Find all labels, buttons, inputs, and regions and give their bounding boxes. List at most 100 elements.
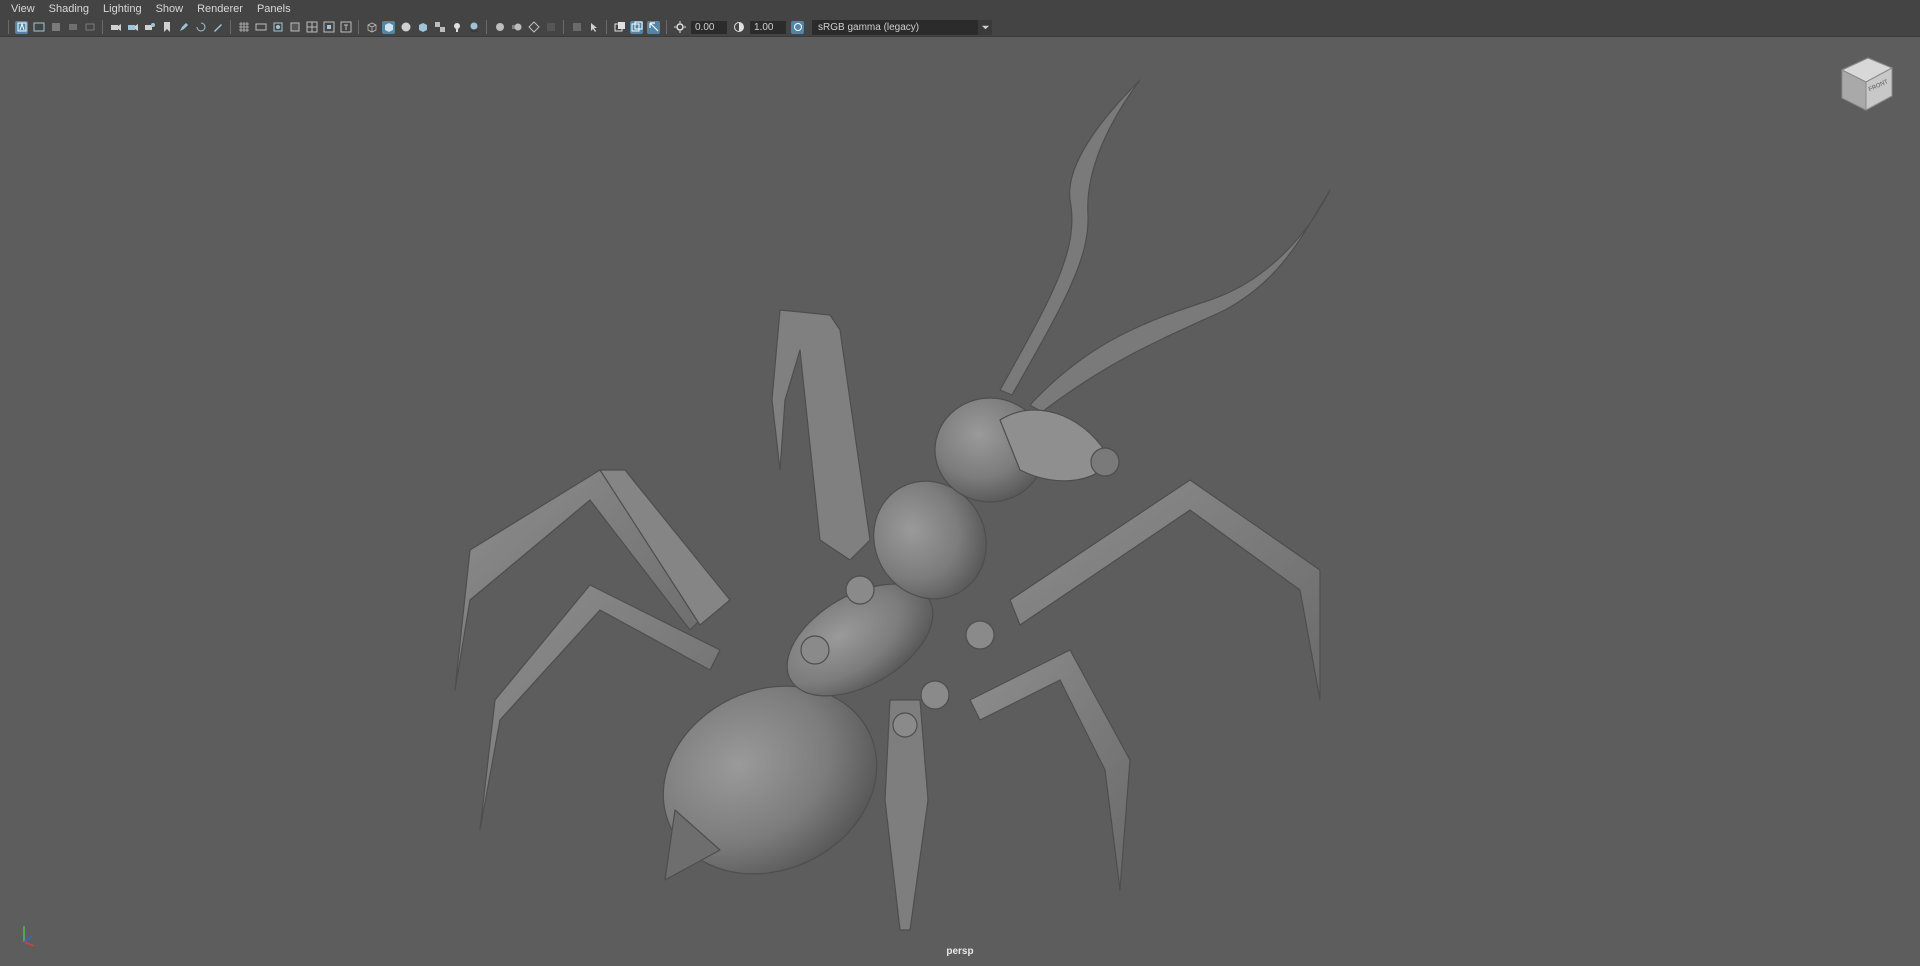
color-management-button[interactable]: [791, 20, 804, 34]
cursor-arrow-icon: [590, 23, 597, 32]
camera-gear-icon: [144, 23, 155, 30]
ant-robot-model[interactable]: [0, 37, 1920, 966]
color-space-value: sRGB gamma (legacy): [818, 21, 920, 33]
safe-title-button[interactable]: [339, 21, 352, 34]
smooth-shade-button[interactable]: [382, 20, 395, 34]
menu-renderer[interactable]: Renderer: [190, 0, 250, 18]
layered-windows-icon: [614, 22, 625, 32]
bookmark-icon: [163, 22, 170, 32]
exposure-icon-button[interactable]: [673, 21, 686, 34]
textured-button[interactable]: [416, 21, 429, 34]
chevron-down-icon: [978, 19, 992, 35]
exposure-icon: [673, 21, 686, 33]
checker-icon: [434, 22, 445, 32]
toolbar-separator: [563, 20, 564, 34]
shadows-button[interactable]: [467, 21, 480, 34]
color-management-icon: [793, 23, 802, 31]
field-chart-icon: [306, 21, 317, 33]
movie-camera-icon: [110, 24, 121, 31]
pan-zoom-icon: [85, 23, 94, 31]
hud-toggle-button[interactable]: [647, 20, 660, 34]
image-plane-icon: [68, 24, 77, 30]
xray-joints-button[interactable]: [587, 21, 600, 34]
gamma-field[interactable]: [750, 20, 786, 34]
axis-gizmo-icon: [23, 926, 35, 947]
isolate-select-button[interactable]: [570, 21, 583, 34]
camera-select-icon: [17, 22, 26, 32]
safe-action-button[interactable]: [322, 21, 335, 34]
wireframe-button[interactable]: [365, 21, 378, 34]
film-gate-rect-icon: [255, 23, 266, 31]
material-sphere-icon: [401, 22, 410, 32]
menu-panels[interactable]: Panels: [250, 0, 298, 18]
textured-cube-icon: [418, 23, 427, 32]
menu-lighting[interactable]: Lighting: [96, 0, 149, 18]
two-d-pan-button[interactable]: [83, 21, 96, 34]
panel-menu-bar: View Shading Lighting Show Renderer Pane…: [0, 0, 1920, 18]
menu-shading[interactable]: Shading: [42, 0, 96, 18]
menu-show[interactable]: Show: [149, 0, 191, 18]
toolbar-separator: [230, 20, 231, 34]
select-arrow-icon: [648, 22, 658, 32]
safe-title-icon: [340, 21, 351, 33]
gamma-icon-button[interactable]: [732, 21, 745, 34]
isolate-icon: [572, 23, 581, 31]
exposure-field[interactable]: [691, 20, 727, 34]
anti-aliasing-button[interactable]: [527, 21, 540, 34]
toolbar-separator: [102, 20, 103, 34]
view-cube[interactable]: FRONT: [1836, 52, 1896, 116]
toolbar-separator: [8, 20, 9, 34]
sculpt-pencil-button[interactable]: [211, 21, 224, 34]
resolution-gate-icon: [273, 22, 282, 32]
backface-culling-button[interactable]: [630, 20, 643, 34]
safe-action-icon: [323, 21, 334, 33]
shaded-cube-icon: [384, 23, 393, 32]
panel-toolbar: sRGB gamma (legacy): [0, 18, 1920, 37]
camera-lock-button[interactable]: [126, 21, 139, 34]
xray-active-button[interactable]: [613, 21, 626, 34]
camera-name-label: persp: [946, 946, 974, 957]
resolution-gate-button[interactable]: [271, 21, 284, 34]
motion-blur-button[interactable]: [510, 21, 523, 34]
bookmark-view-button[interactable]: [160, 21, 173, 34]
film-gate-icon: [33, 22, 44, 32]
screen-space-ao-button[interactable]: [493, 21, 506, 34]
ao-sphere-icon: [495, 23, 504, 31]
gamma-icon: [733, 22, 744, 32]
camera-settings-button[interactable]: [143, 21, 156, 34]
anti-alias-icon: [527, 21, 540, 33]
gate-mask-icon: [290, 22, 299, 32]
depth-of-field-button[interactable]: [544, 21, 557, 34]
snap-to-view-button[interactable]: [194, 21, 207, 34]
camera-lock-icon: [127, 24, 138, 31]
grease-pencil-button[interactable]: [177, 21, 190, 34]
overlay-windows-icon: [631, 21, 642, 32]
grid-toggle-button[interactable]: [237, 21, 250, 34]
grid-icon: [238, 22, 249, 32]
default-material-button[interactable]: [399, 21, 412, 34]
toolbar-separator: [358, 20, 359, 34]
image-plane-button[interactable]: [66, 21, 79, 34]
camera-button[interactable]: [109, 21, 122, 34]
wireframe-cube-icon: [367, 22, 376, 33]
color-space-dropdown[interactable]: sRGB gamma (legacy): [812, 19, 992, 35]
menu-view[interactable]: View: [4, 0, 42, 18]
light-bulb-icon: [453, 23, 460, 32]
grid-box-icon: [51, 23, 60, 31]
field-chart-button[interactable]: [305, 21, 318, 34]
pencil-icon: [213, 24, 222, 32]
film-gate-button[interactable]: [254, 21, 267, 34]
use-lights-button[interactable]: [450, 21, 463, 34]
toolbar-separator: [666, 20, 667, 34]
grease-pencil-icon: [179, 23, 188, 31]
camera-attributes-button[interactable]: [32, 21, 45, 34]
viewport-3d[interactable]: FRONT: [0, 37, 1920, 966]
select-camera-button[interactable]: [15, 20, 28, 34]
gate-mask-button[interactable]: [288, 21, 301, 34]
bookmark-button[interactable]: [49, 21, 62, 34]
rotate-view-icon: [196, 22, 205, 32]
toolbar-separator: [606, 20, 607, 34]
depth-of-field-icon: [546, 23, 555, 31]
toolbar-separator: [486, 20, 487, 34]
xray-button[interactable]: [433, 21, 446, 34]
